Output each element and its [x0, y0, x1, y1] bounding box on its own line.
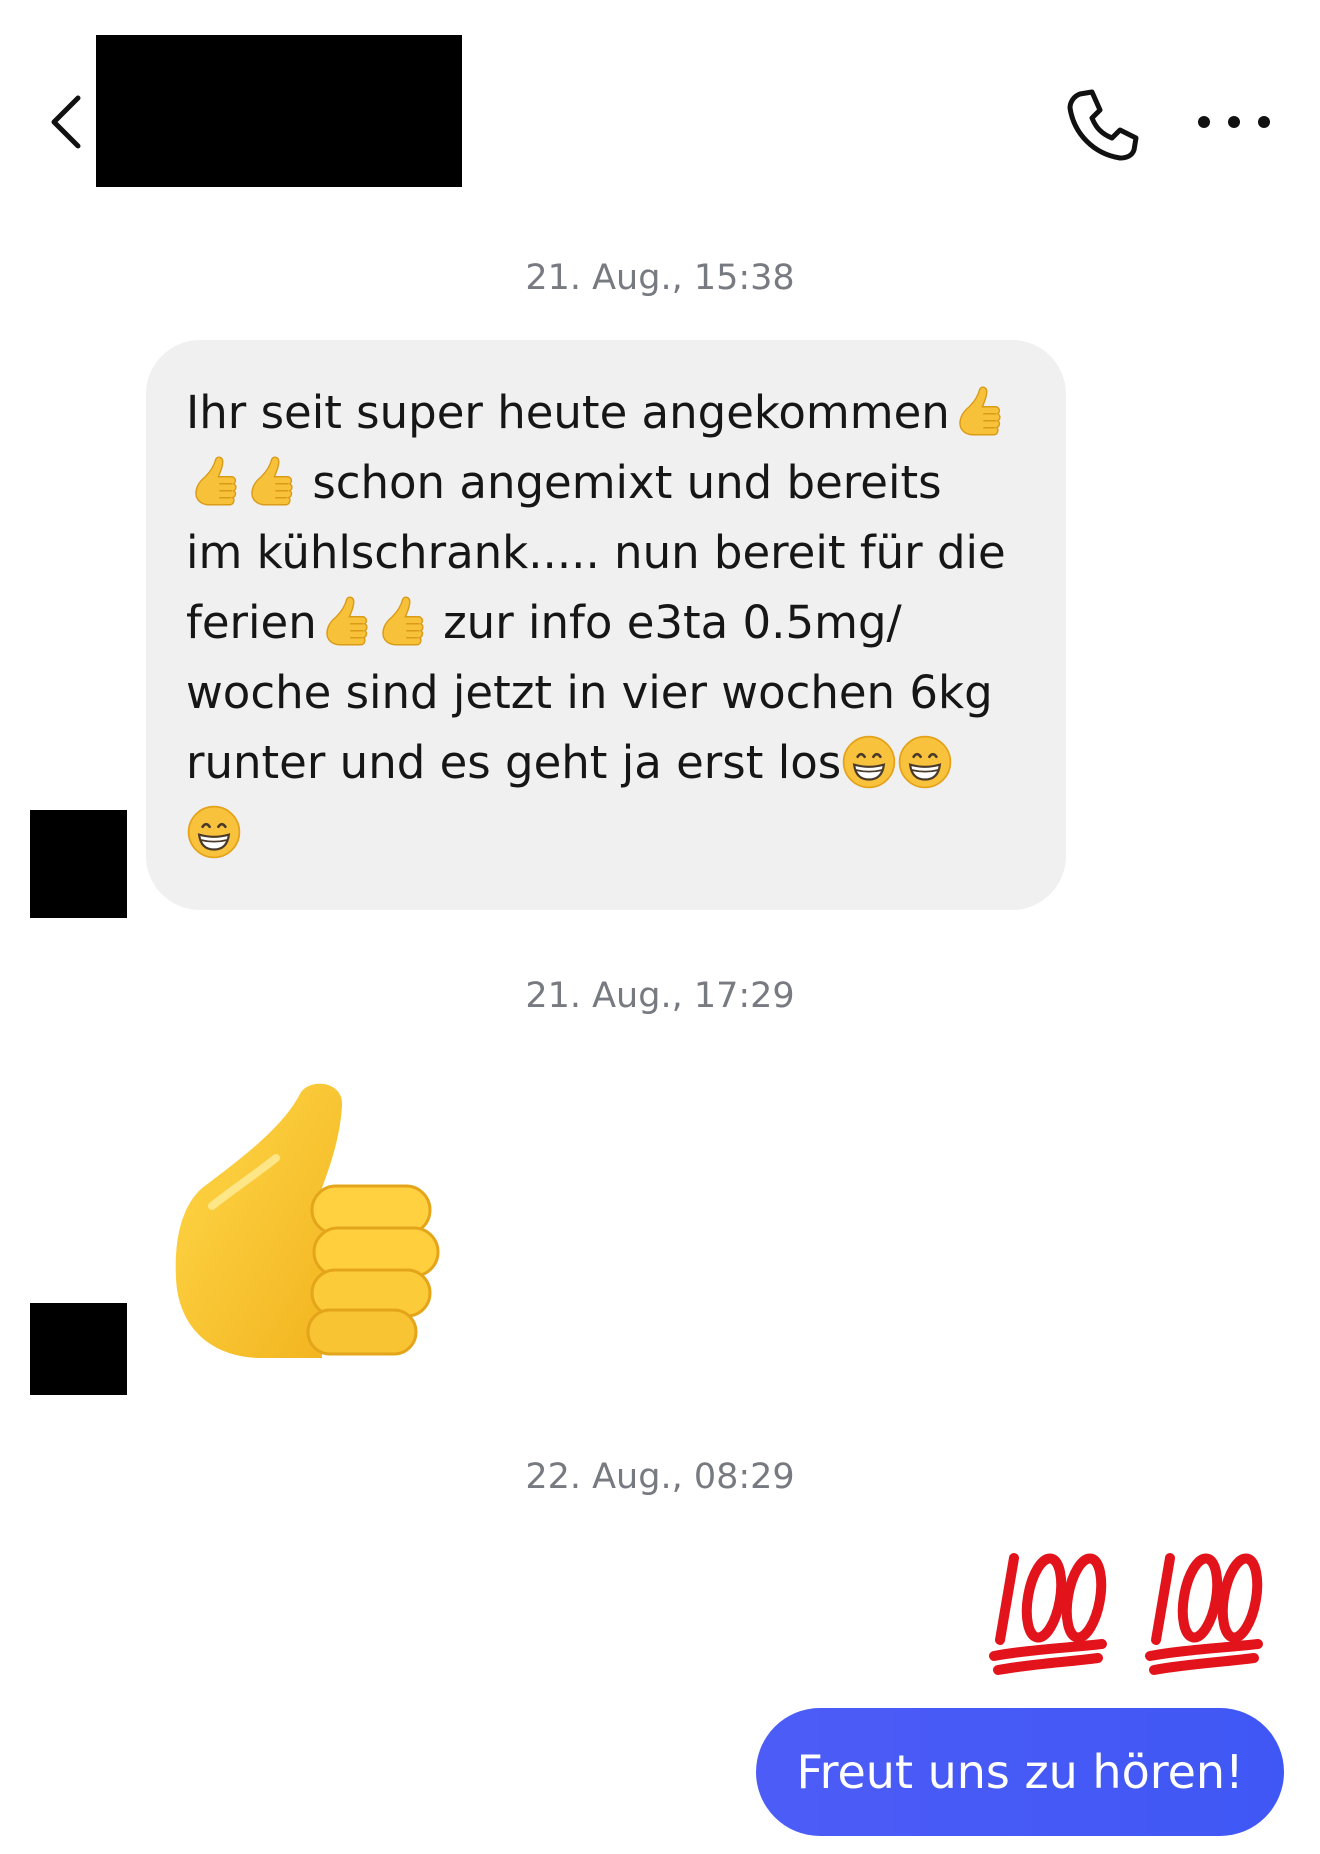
chat-header — [0, 0, 1320, 200]
grinning-face-emoji — [841, 734, 897, 790]
phone-icon[interactable] — [1066, 88, 1140, 162]
chevron-left-icon[interactable] — [44, 92, 88, 152]
thumbs-up-emoji-large[interactable] — [172, 1078, 444, 1368]
thumbs-up-emoji — [373, 594, 429, 650]
outgoing-message-bubble[interactable]: Freut uns zu hören! — [756, 1708, 1284, 1836]
message-line: ferien zur info e3ta 0.5mg/ — [186, 594, 902, 650]
more-dot — [1228, 116, 1240, 128]
more-dot — [1198, 116, 1210, 128]
thumbs-up-emoji — [317, 594, 373, 650]
message-line: schon angemixt und bereits — [186, 448, 1036, 518]
message-line: woche sind jetzt in vier wochen 6kg — [186, 666, 993, 719]
timestamp: 22. Aug., 08:29 — [525, 1457, 795, 1497]
message-line — [186, 798, 1036, 868]
redacted-avatar[interactable] — [30, 810, 127, 918]
grinning-face-emoji — [897, 734, 953, 790]
grinning-face-emoji — [186, 804, 242, 860]
hundred-points-emoji[interactable] — [986, 1540, 1266, 1680]
more-dot — [1258, 116, 1270, 128]
redacted-avatar[interactable] — [30, 1303, 127, 1395]
message-line: runter und es geht ja erst los — [186, 728, 1036, 798]
message-line: Ihr seit super heute angekommen — [186, 378, 1036, 448]
incoming-message-bubble[interactable]: Ihr seit super heute angekommen schon an… — [146, 340, 1066, 910]
redacted-contact-name — [96, 35, 462, 187]
timestamp: 21. Aug., 15:38 — [525, 258, 795, 298]
message-line: im kühlschrank..... nun bereit für die — [186, 526, 1006, 579]
thumbs-up-emoji — [950, 384, 1006, 440]
timestamp: 21. Aug., 17:29 — [525, 976, 795, 1016]
thumbs-up-emoji — [242, 454, 298, 510]
thumbs-up-emoji — [186, 454, 242, 510]
more-horizontal-icon[interactable] — [1198, 100, 1270, 144]
